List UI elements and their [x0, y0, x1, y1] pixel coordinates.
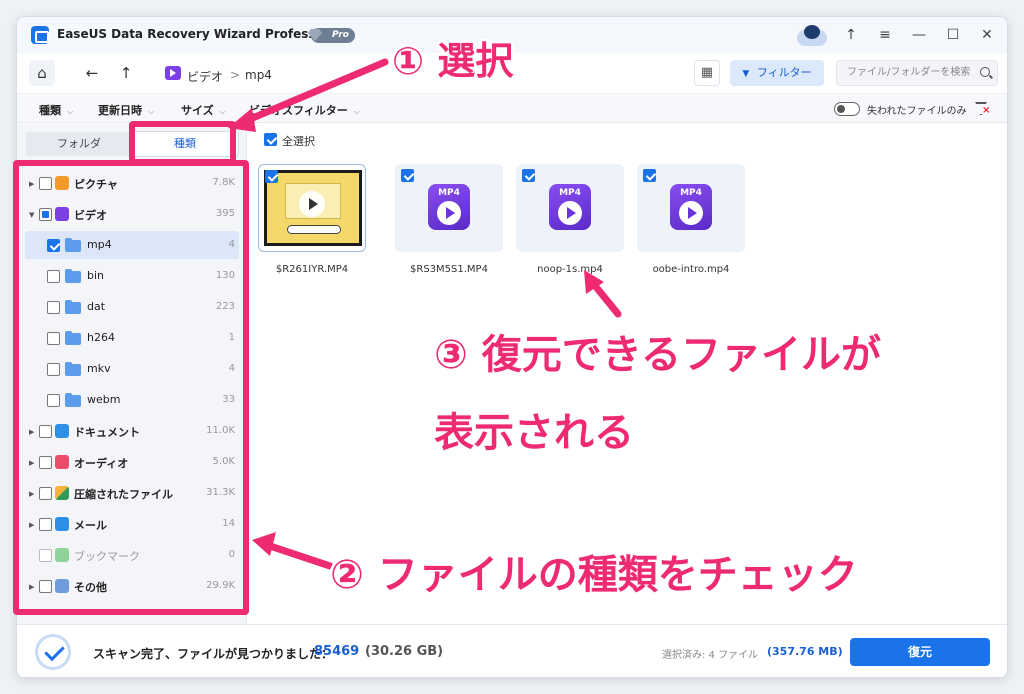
file-checkbox[interactable]	[265, 170, 278, 183]
file-checkbox[interactable]	[401, 169, 414, 182]
annotation-step-2: ② ファイルの種類をチェック	[330, 552, 858, 598]
annotation-step-3-line-1: ③ 復元できるファイルが	[434, 332, 881, 378]
file-checkbox[interactable]	[643, 169, 656, 182]
arrow-1-head	[228, 108, 256, 132]
arrow-2	[266, 542, 334, 570]
annotation-step-3-line-2: 表示される	[434, 410, 634, 456]
annotation-step-1: ① 選択	[392, 39, 514, 83]
file-checkbox[interactable]	[522, 169, 535, 182]
arrow-1	[244, 58, 389, 124]
arrow-2-head	[252, 532, 276, 556]
